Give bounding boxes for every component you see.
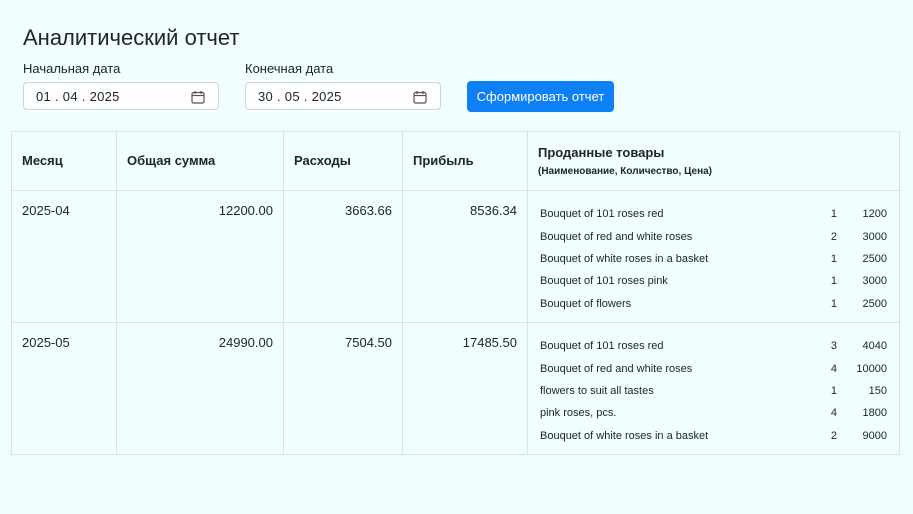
cell-profit: 8536.34	[402, 190, 528, 323]
end-date-label: Конечная дата	[245, 61, 334, 76]
product-item: Bouquet of white roses in a basket 2 900…	[540, 425, 887, 447]
product-price: 1800	[862, 407, 887, 420]
product-item: Bouquet of 101 roses red 1 1200	[540, 203, 887, 225]
product-name: Bouquet of 101 roses red	[540, 208, 664, 221]
product-list: Bouquet of 101 roses red 3 4040 Bouquet …	[540, 335, 887, 447]
end-date-value: 30 . 05 . 2025	[258, 89, 342, 104]
product-item: Bouquet of 101 roses pink 1 3000	[540, 270, 887, 292]
start-date-value: 01 . 04 . 2025	[36, 89, 120, 104]
product-price: 150	[868, 384, 887, 397]
table-header-row: Месяц Общая сумма Расходы Прибыль Продан…	[11, 131, 900, 191]
product-name: flowers to suit all tastes	[540, 384, 654, 397]
table-row: 2025-05 24990.00 7504.50 17485.50 Bouque…	[11, 322, 900, 455]
cell-total: 24990.00	[116, 322, 284, 455]
product-item: Bouquet of 101 roses red 3 4040	[540, 335, 887, 357]
product-quantity: 2	[830, 429, 837, 442]
product-item: Bouquet of white roses in a basket 1 250…	[540, 248, 887, 270]
product-price: 1200	[862, 208, 887, 221]
product-price: 3000	[862, 275, 887, 288]
column-header-profit-label: Прибыль	[413, 153, 474, 168]
product-name: Bouquet of white roses in a basket	[540, 252, 709, 265]
product-price: 2500	[862, 297, 887, 310]
product-price: 9000	[862, 429, 887, 442]
product-item: Bouquet of flowers 1 2500	[540, 293, 887, 315]
product-name: Bouquet of 101 roses red	[540, 340, 664, 353]
page-title: Аналитический отчет	[23, 25, 240, 50]
product-name: Bouquet of red and white roses	[540, 230, 693, 243]
product-price: 3000	[862, 230, 887, 243]
generate-report-button[interactable]: Сформировать отчет	[467, 81, 614, 112]
report-table: Месяц Общая сумма Расходы Прибыль Продан…	[11, 131, 900, 455]
column-header-products-label: Проданные товары	[538, 144, 665, 160]
product-item: Bouquet of red and white roses 4 10000	[540, 357, 887, 379]
product-name: Bouquet of flowers	[540, 297, 632, 310]
column-header-products: Проданные товары (Наименование, Количест…	[527, 131, 900, 191]
calendar-icon[interactable]	[191, 90, 205, 104]
cell-expenses: 3663.66	[283, 190, 403, 323]
product-quantity: 1	[830, 208, 837, 221]
product-quantity: 4	[830, 407, 837, 420]
end-date-input[interactable]: 30 . 05 . 2025	[245, 82, 441, 110]
product-quantity: 1	[830, 275, 837, 288]
product-price: 4040	[862, 340, 887, 353]
product-quantity: 1	[830, 297, 837, 310]
product-list: Bouquet of 101 roses red 1 1200 Bouquet …	[540, 203, 887, 315]
product-item: flowers to suit all tastes 1 150	[540, 380, 887, 402]
cell-profit: 17485.50	[402, 322, 528, 455]
product-quantity: 4	[830, 362, 837, 375]
product-name: Bouquet of white roses in a basket	[540, 429, 709, 442]
product-name: pink roses, pcs.	[540, 407, 617, 420]
product-price: 10000	[856, 362, 887, 375]
product-quantity: 1	[830, 384, 837, 397]
product-quantity: 1	[830, 252, 837, 265]
column-header-products-subtitle: (Наименование, Количество, Цена)	[538, 165, 713, 177]
column-header-expenses-label: Расходы	[294, 153, 351, 168]
start-date-input[interactable]: 01 . 04 . 2025	[23, 82, 219, 110]
cell-month: 2025-05	[11, 322, 117, 455]
cell-products: Bouquet of 101 roses red 1 1200 Bouquet …	[527, 190, 900, 323]
column-header-month-label: Месяц	[22, 153, 63, 168]
product-quantity: 2	[830, 230, 837, 243]
product-item: Bouquet of red and white roses 2 3000	[540, 225, 887, 247]
column-header-total: Общая сумма	[116, 131, 284, 191]
column-header-profit: Прибыль	[402, 131, 528, 191]
product-name: Bouquet of red and white roses	[540, 362, 693, 375]
product-name: Bouquet of 101 roses pink	[540, 275, 668, 288]
column-header-expenses: Расходы	[283, 131, 403, 191]
cell-expenses: 7504.50	[283, 322, 403, 455]
cell-total: 12200.00	[116, 190, 284, 323]
cell-products: Bouquet of 101 roses red 3 4040 Bouquet …	[527, 322, 900, 455]
table-row: 2025-04 12200.00 3663.66 8536.34 Bouquet…	[11, 190, 900, 323]
product-quantity: 3	[830, 340, 837, 353]
product-price: 2500	[862, 252, 887, 265]
column-header-month: Месяц	[11, 131, 117, 191]
product-item: pink roses, pcs. 4 1800	[540, 402, 887, 424]
start-date-label: Начальная дата	[23, 61, 121, 76]
calendar-icon[interactable]	[413, 90, 427, 104]
cell-month: 2025-04	[11, 190, 117, 323]
column-header-total-label: Общая сумма	[127, 153, 216, 168]
